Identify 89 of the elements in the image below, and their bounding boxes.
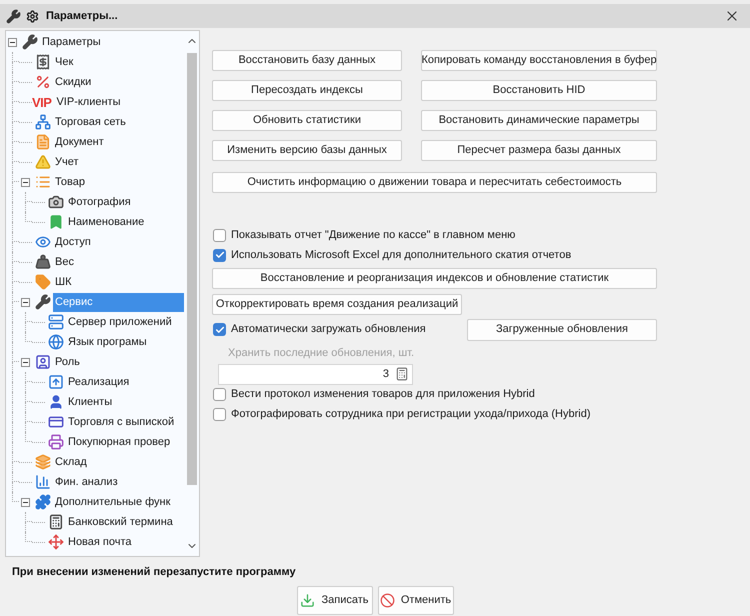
bookmark-icon — [48, 214, 64, 230]
tree-item[interactable]: Вес — [53, 252, 76, 272]
settings-icon — [26, 10, 39, 22]
document-icon — [35, 134, 51, 150]
calculator-icon[interactable] — [395, 367, 409, 381]
checkbox-label: Автоматически загружать обновления — [231, 322, 426, 338]
action-button[interactable]: Копировать команду восстановления в буфер — [421, 50, 657, 71]
checkbox[interactable] — [213, 228, 226, 242]
user-icon — [48, 394, 64, 410]
checkbox-label: Вести протокол изменения товаров для приложения Hybrid — [231, 387, 535, 402]
tree-item[interactable]: Роль — [53, 352, 82, 372]
checkbox[interactable] — [213, 248, 226, 262]
action-button[interactable]: Откорректировать время создания реализаций — [212, 294, 462, 315]
printer-icon — [48, 434, 64, 450]
tree-item[interactable]: Реализация — [66, 372, 132, 392]
scrollbar-thumb[interactable] — [186, 53, 196, 485]
action-button[interactable]: Загруженные обновления — [467, 318, 657, 340]
weight-icon — [35, 254, 51, 270]
tree-item[interactable]: Чек — [53, 52, 76, 72]
tree-item[interactable]: Склад — [53, 452, 89, 472]
arrow-up-icon — [48, 374, 64, 390]
action-button[interactable]: Пересчет размера базы данных — [421, 140, 657, 161]
bar-chart-icon — [35, 474, 51, 490]
tree-item[interactable]: Новая почта — [66, 532, 134, 552]
action-button[interactable]: Очистить информацию о движении товара и пересчитать себестоимость — [212, 172, 657, 193]
field-label: Хранить последние обновления, шт. — [227, 346, 414, 361]
cancel-button[interactable]: Отменить — [378, 586, 454, 614]
checkbox[interactable] — [213, 323, 226, 336]
globe-icon — [48, 334, 64, 350]
puzzle-icon — [35, 494, 51, 510]
tag-icon — [35, 274, 51, 290]
tree-item[interactable]: Покупюрная провер — [66, 432, 172, 452]
collapse-icon[interactable] — [21, 178, 30, 186]
eye-icon — [35, 234, 51, 250]
tree-item[interactable]: Торговля с выпиской — [66, 412, 176, 432]
action-button[interactable]: Обновить статистики — [212, 110, 402, 131]
tree-item[interactable]: Параметры — [40, 32, 103, 52]
calculator-icon — [48, 514, 64, 530]
checkbox-label: Показывать отчет "Движение по кассе" в главном меню — [231, 228, 516, 243]
tree-item[interactable]: Учет — [53, 152, 81, 172]
arrows-icon — [48, 534, 64, 550]
tree-item[interactable]: Фин. анализ — [53, 472, 120, 492]
server-icon — [48, 314, 64, 330]
restart-note: При внесении изменений перезапустите программу — [11, 565, 296, 580]
checkbox[interactable] — [213, 408, 226, 421]
tree-item[interactable]: Наименование — [66, 212, 146, 232]
action-button[interactable]: Пересоздать индексы — [212, 80, 402, 101]
collapse-icon[interactable] — [8, 38, 17, 46]
warning-icon — [35, 154, 51, 170]
user-card-icon — [35, 354, 51, 370]
tree-item[interactable]: Доступ — [53, 232, 93, 252]
wrench-icon — [22, 34, 38, 50]
checkbox-label: Использовать Microsoft Excel для дополнительного скатия отчетов — [231, 248, 572, 263]
action-button[interactable]: Восстановление и реорганизация индексов и обновление статистик — [212, 268, 657, 289]
collapse-icon[interactable] — [21, 358, 30, 366]
network-icon — [35, 114, 51, 130]
camera-icon — [48, 194, 64, 210]
tree-item[interactable]: Банковский термина — [66, 512, 175, 532]
tree-item[interactable]: VIP-клиенты — [54, 92, 122, 112]
vip-logo: VIP — [32, 96, 52, 108]
layers-icon — [35, 454, 51, 470]
tree-item[interactable]: Документ — [53, 132, 106, 152]
ban-icon — [380, 592, 395, 608]
window-title: Параметры... — [46, 8, 118, 24]
checkbox[interactable] — [213, 388, 226, 401]
checkbox-label: Фотографировать сотрудника при регистрации ухода/прихода (Hybrid) — [231, 407, 591, 422]
tree-item[interactable]: Торговая сеть — [53, 112, 128, 132]
action-button[interactable]: Востановить динамические параметры — [421, 110, 657, 131]
card-icon — [48, 414, 64, 430]
percent-icon — [35, 74, 51, 90]
collapse-icon[interactable] — [21, 498, 30, 506]
tree-item[interactable]: Сервер приложений — [66, 312, 174, 332]
receipt-icon — [35, 54, 51, 70]
save-button[interactable]: Записать — [296, 586, 372, 614]
collapse-icon[interactable] — [21, 298, 30, 306]
tree-item[interactable]: ШК — [53, 272, 74, 292]
download-icon — [300, 592, 316, 608]
wrench-icon — [35, 294, 51, 310]
action-button[interactable]: Изменить версию базы данных — [212, 140, 402, 161]
wrench-icon — [6, 8, 21, 24]
tree-item[interactable]: Товар — [53, 172, 87, 192]
tree-item[interactable]: Дополнительные функ — [53, 492, 172, 512]
tree-item[interactable]: Скидки — [53, 72, 94, 92]
action-button[interactable]: Восстановить HID — [421, 80, 657, 101]
action-button[interactable]: Восстановить базу данных — [212, 50, 402, 71]
tree-item[interactable]: Фотография — [66, 192, 133, 212]
tree-item[interactable]: Клиенты — [66, 392, 114, 412]
tree-item[interactable]: Язык програмы — [66, 332, 149, 352]
list-icon — [35, 174, 51, 190]
